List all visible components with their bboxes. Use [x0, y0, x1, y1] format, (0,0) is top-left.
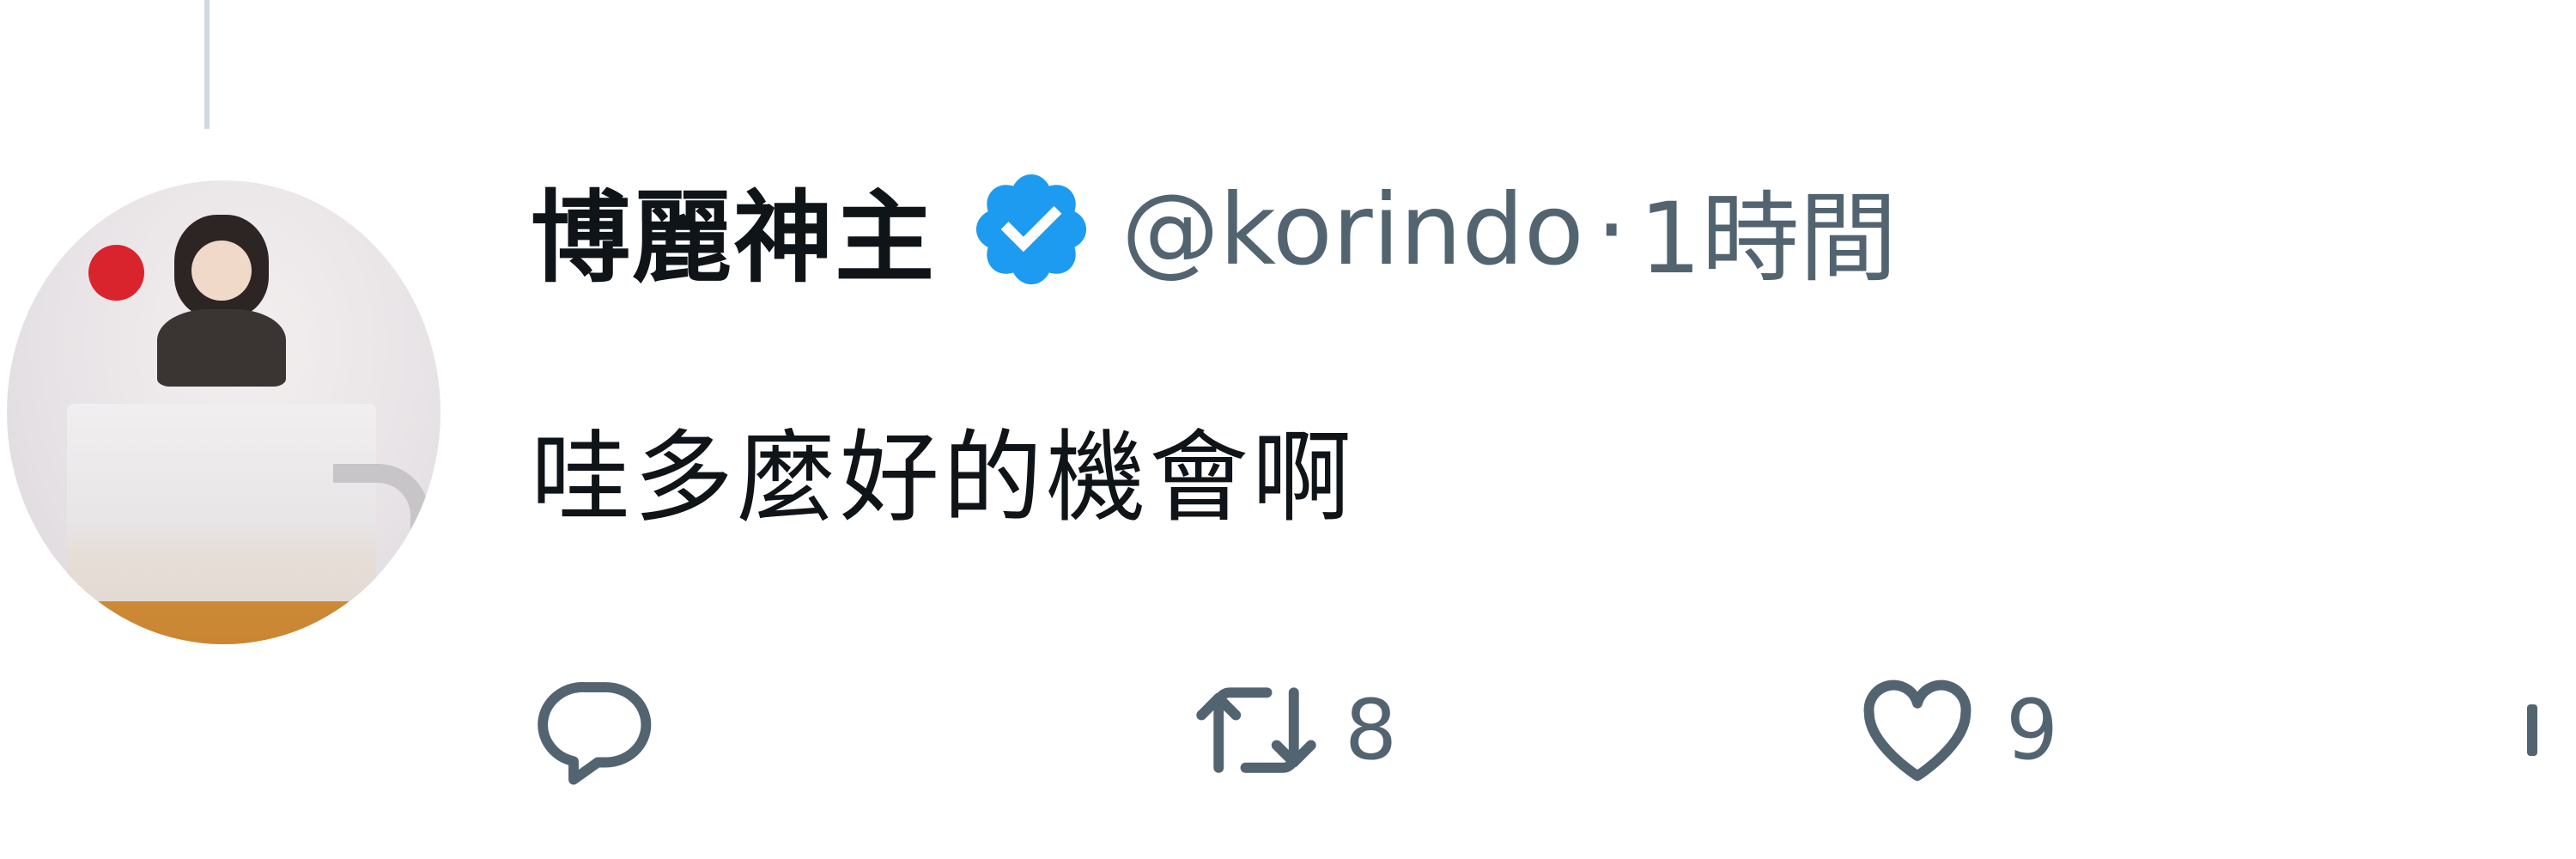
- retweet-icon: [1196, 687, 1316, 773]
- reply-tweet[interactable]: 博麗神主 @korindo · 1時間 哇多麼好的機會啊 8 9: [0, 0, 2576, 859]
- verified-badge-icon[interactable]: [967, 165, 1096, 294]
- avatar-beer-foam: [67, 404, 376, 601]
- user-handle[interactable]: @korindo: [1121, 173, 1584, 287]
- like-count: 9: [2006, 682, 2059, 778]
- more-button[interactable]: [2527, 666, 2537, 795]
- retweet-button[interactable]: 8: [1192, 666, 1397, 795]
- avatar-red-ornament: [88, 245, 144, 301]
- display-name[interactable]: 博麗神主: [531, 157, 936, 302]
- tweet-text: 哇多麼好的機會啊: [531, 420, 1355, 536]
- retweet-count: 8: [1345, 682, 1398, 778]
- header-separator: ·: [1595, 172, 1627, 287]
- tweet-actions: 8 9: [531, 666, 2574, 795]
- tweet-timestamp[interactable]: 1時間: [1639, 159, 1898, 301]
- thread-connector-line: [204, 0, 210, 129]
- heart-icon: [1863, 679, 1971, 782]
- avatar-mug-handle: [333, 464, 429, 644]
- more-icon: [2527, 704, 2537, 756]
- reply-icon: [538, 682, 652, 785]
- avatar[interactable]: [7, 180, 440, 644]
- avatar-figure-face: [191, 241, 252, 301]
- avatar-figure-body: [157, 309, 286, 387]
- like-button[interactable]: 9: [1853, 666, 2058, 795]
- tweet-header: 博麗神主 @korindo · 1時間: [531, 165, 1897, 297]
- reply-button[interactable]: [531, 666, 659, 795]
